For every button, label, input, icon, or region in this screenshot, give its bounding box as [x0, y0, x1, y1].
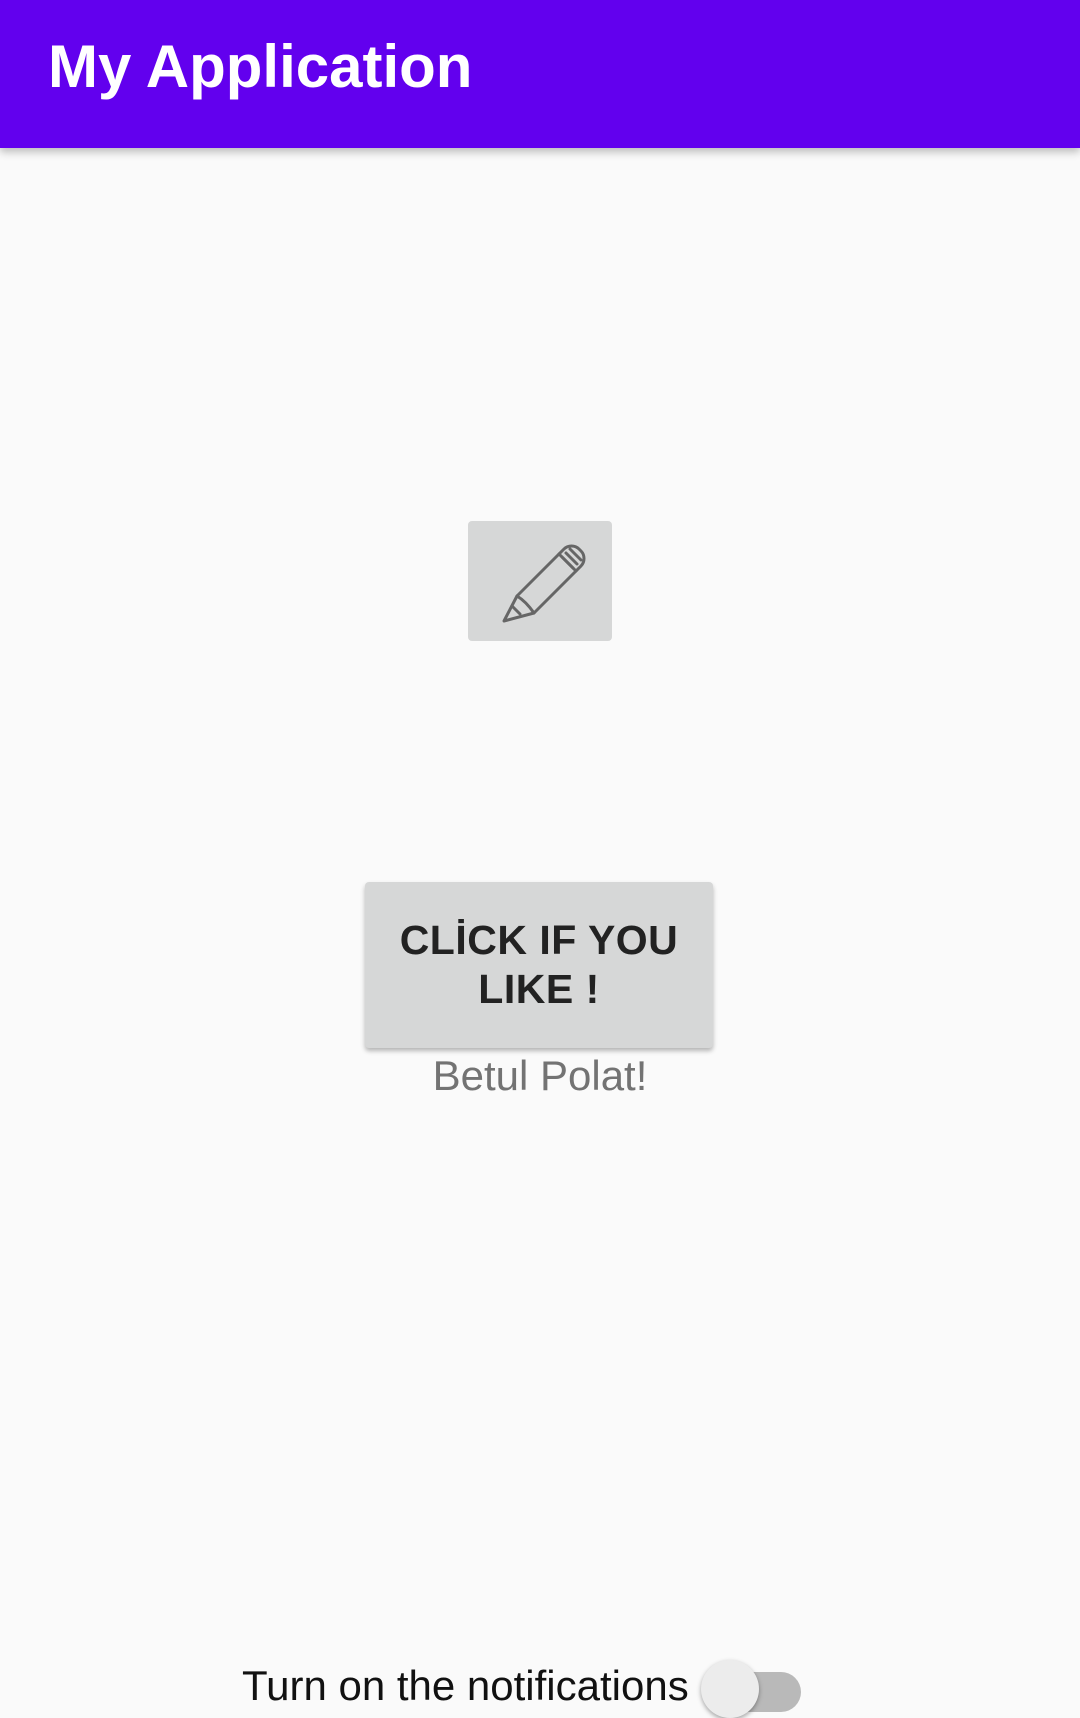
app-title: My Application [48, 33, 473, 100]
pencil-icon [490, 529, 590, 634]
like-button-label: CLİCK IF YOU LIKE ! [399, 917, 679, 1012]
click-if-you-like-button[interactable]: CLİCK IF YOU LIKE ! [365, 882, 713, 1048]
notifications-switch[interactable] [700, 1656, 801, 1718]
greeting-text: Betul Polat! [432, 1052, 648, 1099]
main-content: CLİCK IF YOU LIKE ! Betul Polat! Turn on… [0, 148, 1080, 1718]
notifications-row: Turn on the notifications [242, 1656, 801, 1718]
switch-thumb [700, 1660, 759, 1718]
app-bar: My Application [0, 0, 1080, 148]
notifications-label: Turn on the notifications [242, 1662, 689, 1709]
edit-image-button[interactable] [468, 521, 612, 641]
